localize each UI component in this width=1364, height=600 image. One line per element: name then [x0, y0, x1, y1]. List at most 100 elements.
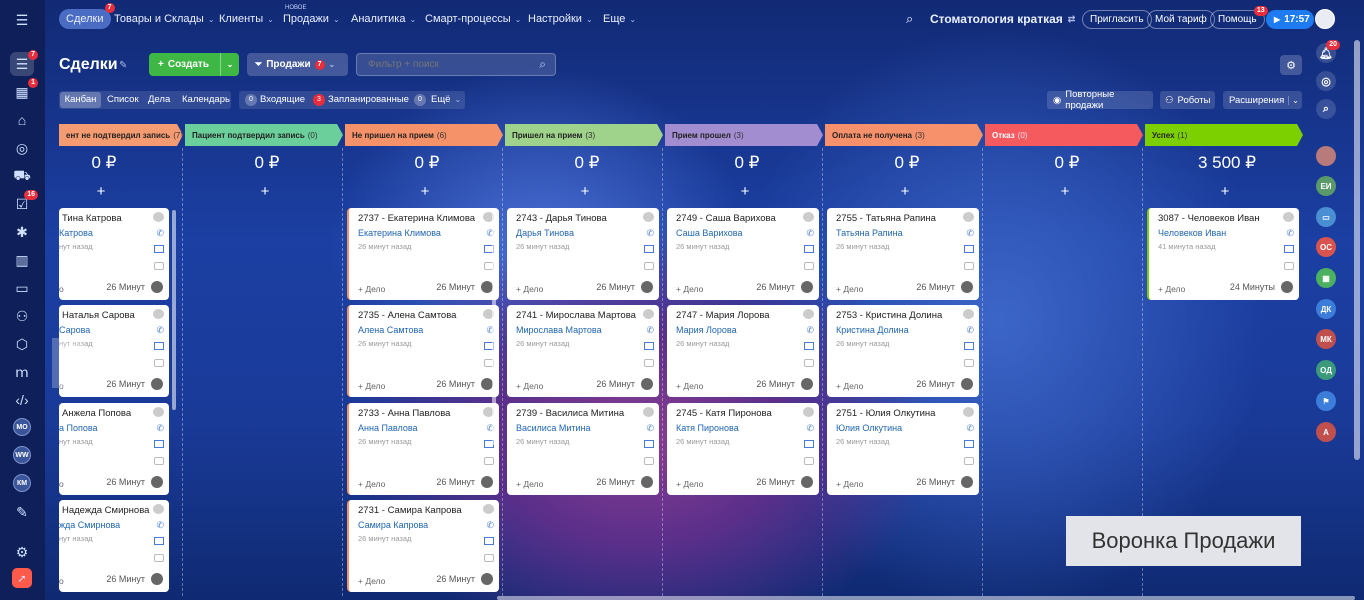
- filter-search[interactable]: ⌕: [356, 53, 556, 76]
- column-header[interactable]: Не пришел на прием (6): [345, 124, 503, 146]
- add-activity-button[interactable]: + Дело: [358, 284, 385, 294]
- chat-icon[interactable]: [154, 457, 164, 465]
- chat-icon[interactable]: [804, 457, 814, 465]
- contacts-icon[interactable]: ▦ 1: [10, 78, 38, 104]
- column-header[interactable]: Оплата не получена (3): [825, 124, 983, 146]
- more-counter[interactable]: Ещё ⌄: [431, 94, 461, 105]
- chat-avatar-dk[interactable]: ДК: [1316, 299, 1336, 319]
- add-activity-button[interactable]: о: [59, 479, 64, 489]
- avatar[interactable]: [151, 378, 163, 390]
- add-activity-button[interactable]: + Дело: [358, 576, 385, 586]
- deal-contact[interactable]: жда Смирнова: [59, 520, 120, 530]
- deal-contact[interactable]: Катя Пиронова: [676, 423, 739, 433]
- deal-title[interactable]: 2735 - Алена Самтова: [358, 310, 456, 321]
- bookmark-icon[interactable]: ⚑: [1316, 391, 1336, 411]
- chat-icon[interactable]: [964, 262, 974, 270]
- chat-icon[interactable]: ▭: [1316, 207, 1336, 227]
- deal-contact[interactable]: Мирослава Мартова: [516, 325, 602, 335]
- deal-title[interactable]: 2733 - Анна Павлова: [358, 408, 450, 419]
- rocket-icon[interactable]: ➚: [12, 568, 32, 588]
- menu-icon[interactable]: ☰: [10, 8, 34, 32]
- deal-contact[interactable]: Кристина Долина: [836, 325, 909, 335]
- toggle-icon[interactable]: [153, 212, 164, 222]
- add-deal-button[interactable]: +: [1147, 183, 1303, 200]
- search-icon[interactable]: ⌕: [1316, 99, 1336, 119]
- chat-icon[interactable]: [484, 554, 494, 562]
- deal-title[interactable]: Анжела Попова: [62, 408, 131, 419]
- toggle-icon[interactable]: [803, 407, 814, 417]
- deal-title[interactable]: 2753 - Кристина Долина: [836, 310, 942, 321]
- toggle-icon[interactable]: [483, 504, 494, 514]
- chat-icon[interactable]: [964, 457, 974, 465]
- chat-icon[interactable]: [644, 457, 654, 465]
- profile-avatar[interactable]: [1315, 9, 1335, 29]
- chat-avatar-a[interactable]: А: [1316, 422, 1336, 442]
- create-button[interactable]: + Создать ⌄: [149, 53, 239, 76]
- add-deal-button[interactable]: +: [59, 183, 143, 200]
- invite-button[interactable]: Пригласить: [1082, 10, 1152, 29]
- add-deal-button[interactable]: +: [347, 183, 503, 200]
- store-icon[interactable]: ⌂: [10, 108, 34, 132]
- tab-smart[interactable]: Смарт-процессы ⌄: [425, 9, 521, 29]
- robots-button[interactable]: ⚇ Роботы: [1160, 91, 1215, 109]
- id-card-icon[interactable]: ▭: [10, 276, 34, 300]
- chat-icon[interactable]: [964, 359, 974, 367]
- mail-icon[interactable]: [484, 537, 494, 545]
- phone-icon[interactable]: ✆: [156, 520, 164, 531]
- deal-title[interactable]: 2737 - Екатерина Климова: [358, 213, 475, 224]
- deal-contact[interactable]: Татьяна Рапина: [836, 228, 903, 238]
- add-activity-button[interactable]: + Дело: [358, 479, 385, 489]
- toggle-icon[interactable]: [153, 504, 164, 514]
- tasks-icon[interactable]: ☑ 16: [10, 190, 38, 216]
- deal-card[interactable]: 2735 - Алена Самтова Алена Самтова 26 мину…: [347, 305, 499, 397]
- column-header[interactable]: Прием прошел (3): [665, 124, 823, 146]
- extensions-button[interactable]: Расширения ⌄: [1223, 91, 1302, 109]
- phone-icon[interactable]: ✆: [966, 423, 974, 434]
- chat-icon[interactable]: [804, 262, 814, 270]
- user-avatar-3[interactable]: КМ: [13, 474, 31, 492]
- view-activities[interactable]: Дела: [148, 94, 170, 105]
- deal-contact[interactable]: а Попова: [59, 423, 98, 433]
- column-header[interactable]: Отказ (0): [985, 124, 1143, 146]
- add-activity-button[interactable]: о: [59, 576, 64, 586]
- chat-icon[interactable]: [644, 262, 654, 270]
- avatar[interactable]: [961, 281, 973, 293]
- deal-card[interactable]: 2755 - Татьяна Рапина Татьяна Рапина 26 ми…: [827, 208, 979, 300]
- column-header[interactable]: ент не подтвердил запись (7): [59, 124, 183, 146]
- column-header[interactable]: Успех (1): [1145, 124, 1303, 146]
- deal-card[interactable]: 2739 - Василиса Митина Василиса Митина 26 …: [507, 403, 659, 495]
- add-activity-button[interactable]: + Дело: [836, 284, 863, 294]
- search-icon[interactable]: ⌕: [539, 57, 546, 72]
- phone-icon[interactable]: ✆: [646, 423, 654, 434]
- chat-icon[interactable]: [1284, 262, 1294, 270]
- phone-icon[interactable]: ✆: [966, 325, 974, 336]
- avatar[interactable]: [151, 476, 163, 488]
- tab-clients[interactable]: Клиенты ⌄: [219, 9, 274, 29]
- mail-icon[interactable]: [804, 342, 814, 350]
- toggle-icon[interactable]: [803, 212, 814, 222]
- funnel-select[interactable]: ⏷ Продажи 7 ⌄: [247, 53, 348, 76]
- box-icon[interactable]: ⬡: [10, 332, 34, 356]
- deal-title[interactable]: 2749 - Саша Варихова: [676, 213, 776, 224]
- column-scrollbar[interactable]: [172, 210, 176, 410]
- add-deal-button[interactable]: +: [667, 183, 823, 200]
- deal-card[interactable]: 2747 - Мария Лорова Мария Лорова 26 минут …: [667, 305, 819, 397]
- deal-contact[interactable]: Саша Варихова: [676, 228, 742, 238]
- code-icon[interactable]: ‹/›: [10, 388, 34, 412]
- chat-avatar-ei[interactable]: ЕИ: [1316, 176, 1336, 196]
- toggle-icon[interactable]: [963, 309, 974, 319]
- avatar[interactable]: [1281, 281, 1293, 293]
- mail-icon[interactable]: [154, 537, 164, 545]
- company-name[interactable]: Стоматология краткая ⇄: [930, 9, 1075, 29]
- deal-contact[interactable]: Анна Павлова: [358, 423, 418, 433]
- repeat-sales-button[interactable]: ◉ Повторные продажи: [1047, 89, 1153, 111]
- mail-icon[interactable]: [964, 245, 974, 253]
- analytics-icon[interactable]: ▥: [10, 248, 34, 272]
- table-icon[interactable]: ▦: [1316, 268, 1336, 288]
- deal-title[interactable]: 2741 - Мирослава Мартова: [516, 310, 636, 321]
- add-activity-button[interactable]: + Дело: [516, 479, 543, 489]
- deal-card[interactable]: Тина Катрова Катрова нут назад о 26 Минут ✆: [59, 208, 169, 300]
- column-scrollbar[interactable]: [492, 210, 496, 445]
- avatar[interactable]: [481, 573, 493, 585]
- deal-card[interactable]: 2733 - Анна Павлова Анна Павлова 26 минут …: [347, 403, 499, 495]
